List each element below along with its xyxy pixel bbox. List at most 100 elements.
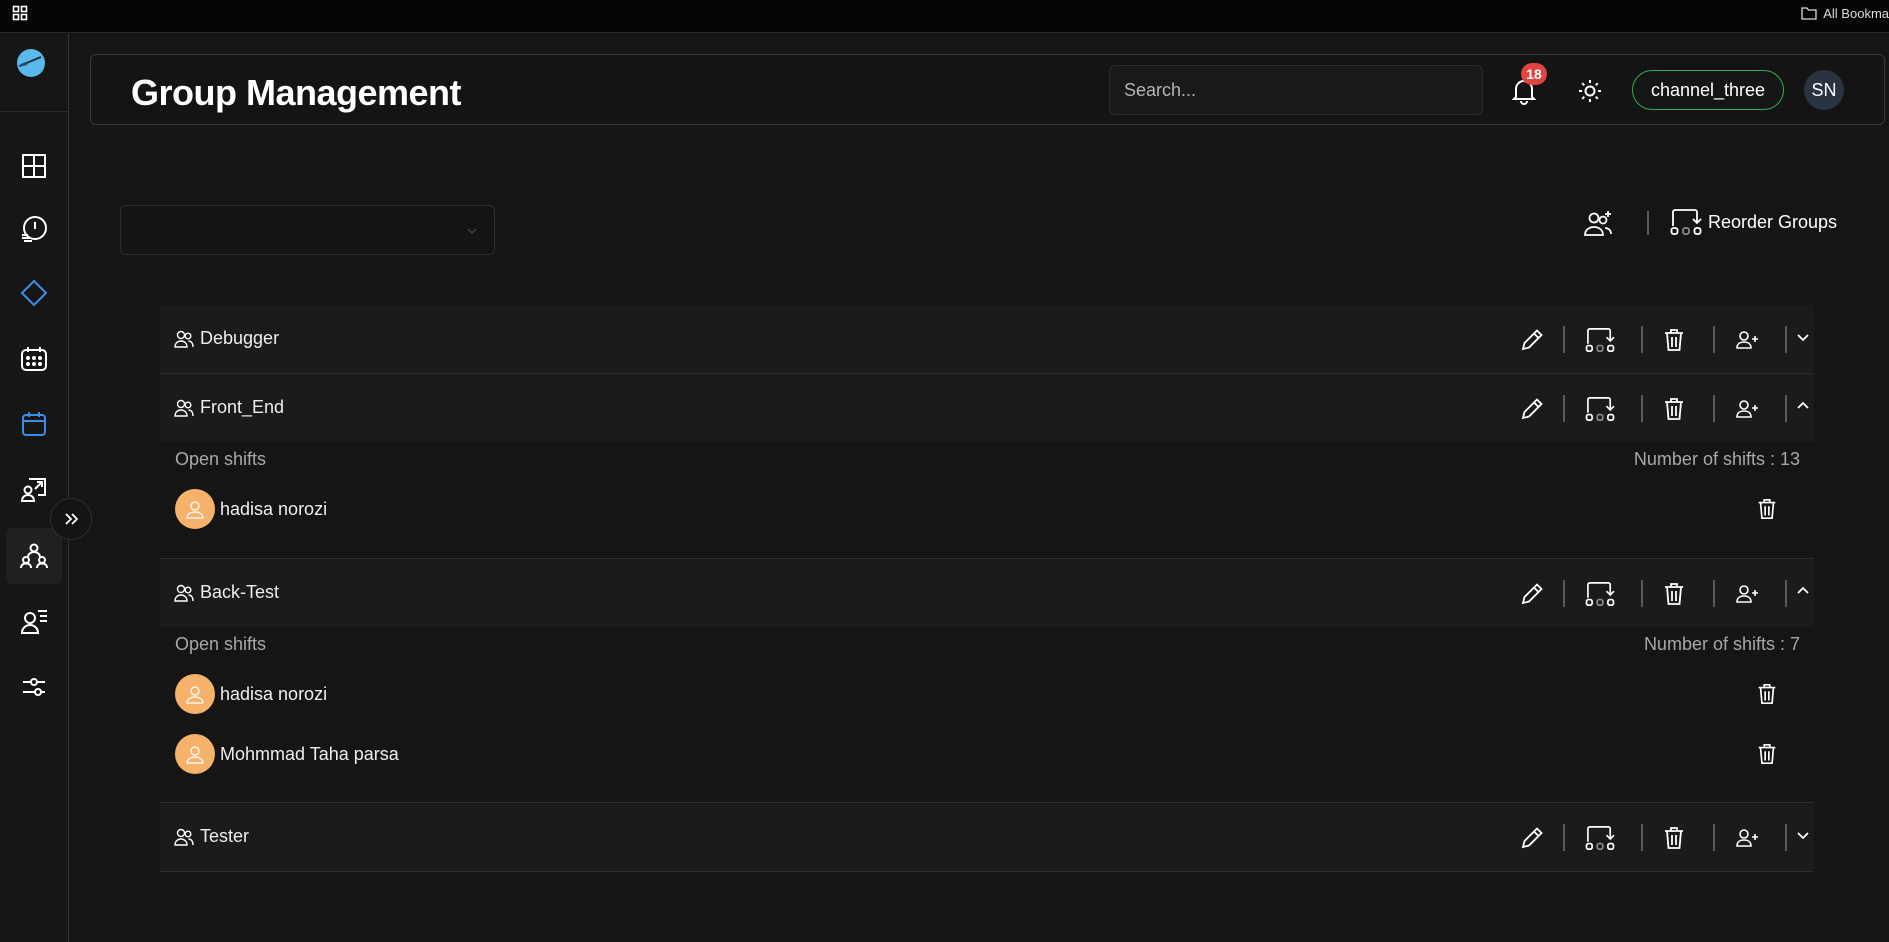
pencil-icon (1521, 329, 1543, 351)
action-divider (1713, 326, 1715, 353)
add-member-button[interactable] (1734, 327, 1760, 353)
reorder-groups-button[interactable]: Reorder Groups (1670, 204, 1837, 240)
delete-group-button[interactable] (1661, 581, 1687, 607)
action-divider (1785, 580, 1787, 607)
group-name: Front_End (200, 397, 285, 417)
reorder-icon (1585, 397, 1615, 421)
sidebar-item-settings[interactable] (6, 659, 62, 715)
sidebar-item-user-list[interactable] (6, 593, 62, 649)
action-divider (1785, 824, 1787, 851)
page-title: Group Management (131, 72, 462, 113)
search-input[interactable] (1109, 65, 1483, 115)
folder-icon (1801, 7, 1817, 20)
add-group-icon[interactable] (1583, 208, 1615, 238)
user-icon (186, 686, 204, 704)
edit-group-button[interactable] (1519, 825, 1545, 851)
member-row: hadisa norozi (175, 674, 1795, 716)
shift-count: Number of shifts : 7 (1643, 634, 1800, 654)
group-name: Tester (200, 826, 250, 846)
sidebar-item-dashboard[interactable] (6, 138, 62, 194)
user-list-icon (20, 610, 47, 634)
delete-group-button[interactable] (1661, 327, 1687, 353)
action-divider (1563, 824, 1565, 851)
group-header[interactable]: Tester (160, 803, 1814, 871)
group-filter-select[interactable] (120, 205, 495, 255)
all-bookmarks-label: All Bookma (1823, 5, 1889, 21)
dashboard-icon (22, 154, 46, 178)
sun-icon[interactable] (1578, 79, 1602, 103)
channel-selector-button[interactable]: channel_three (1632, 70, 1784, 110)
user-avatar[interactable]: SN (1804, 70, 1844, 110)
reorder-icon (1670, 209, 1702, 235)
group-body: Open shifts Number of shifts : 13 hadisa… (160, 442, 1814, 558)
edit-group-button[interactable] (1519, 396, 1545, 422)
group-header[interactable]: Back-Test (160, 559, 1814, 627)
reorder-icon (1585, 582, 1615, 606)
action-divider (1785, 395, 1787, 422)
sidebar-item-calendar[interactable] (6, 396, 62, 452)
bookmarks-bar: All Bookma (0, 0, 1889, 33)
sidebar-item-groups[interactable] (6, 528, 62, 584)
screen-share-icon (20, 478, 46, 502)
reorder-icon (1585, 826, 1615, 850)
sidebar-item-schedule[interactable] (6, 331, 62, 387)
apps-grid-icon[interactable] (12, 5, 28, 21)
sidebar-divider (0, 111, 68, 112)
trash-icon (1665, 827, 1683, 849)
chevron-up-icon (1797, 401, 1809, 409)
action-divider (1641, 395, 1643, 422)
group-users-icon (174, 584, 194, 602)
member-avatar (175, 489, 215, 529)
group-item: Back-Test Open shifts Number of shifts:… (160, 559, 1814, 803)
reorder-group-button[interactable] (1584, 825, 1616, 851)
action-divider (1641, 824, 1643, 851)
edit-group-button[interactable] (1519, 581, 1545, 607)
group-name: Back-Test (200, 582, 280, 602)
add-member-button[interactable] (1734, 825, 1760, 851)
trash-icon[interactable] (1755, 682, 1779, 706)
trash-icon (1665, 398, 1683, 420)
group-actions (1454, 559, 1814, 627)
sidebar-item-clock[interactable] (6, 201, 62, 257)
member-row: Mohmmad Taha parsa (175, 734, 1795, 776)
trash-icon (1665, 329, 1683, 351)
expand-group-button[interactable] (1793, 325, 1813, 351)
notification-badge: 18 (1521, 63, 1547, 85)
group-users-icon (174, 330, 194, 348)
group-body: Open shifts Number of shifts : 7 hadisa … (160, 627, 1814, 802)
group-header[interactable]: Front_End (160, 374, 1814, 442)
reorder-group-button[interactable] (1584, 396, 1616, 422)
trash-icon[interactable] (1755, 497, 1779, 521)
trash-icon[interactable] (1755, 742, 1779, 766)
toolbar-divider (1647, 211, 1649, 235)
collapse-group-button[interactable] (1793, 577, 1813, 603)
reorder-group-button[interactable] (1584, 581, 1616, 607)
calendar-grid-icon (21, 347, 47, 371)
add-user-icon (1736, 585, 1758, 603)
reorder-group-button[interactable] (1584, 327, 1616, 353)
delete-group-button[interactable] (1661, 396, 1687, 422)
expand-sidebar-button[interactable] (50, 498, 92, 540)
sidebar (0, 34, 69, 942)
collapse-group-button[interactable] (1793, 392, 1813, 418)
expand-group-button[interactable] (1793, 823, 1813, 849)
open-shifts-label: Open shifts (175, 449, 267, 469)
member-name: hadisa norozi (220, 499, 328, 519)
app-logo-icon[interactable] (16, 48, 46, 78)
edit-group-button[interactable] (1519, 327, 1545, 353)
chevron-down-icon (1797, 832, 1809, 840)
pencil-icon (1521, 398, 1543, 420)
groups-icon (20, 543, 48, 569)
add-member-button[interactable] (1734, 581, 1760, 607)
trash-icon (1665, 583, 1683, 605)
add-member-button[interactable] (1734, 396, 1760, 422)
all-bookmarks-button[interactable]: All Bookma (1801, 5, 1889, 21)
calendar-icon (22, 412, 46, 436)
group-actions (1454, 305, 1814, 373)
group-header[interactable]: Debugger (160, 305, 1814, 373)
delete-group-button[interactable] (1661, 825, 1687, 851)
group-actions (1454, 803, 1814, 871)
member-name: hadisa norozi (220, 684, 328, 704)
sidebar-item-diamond[interactable] (6, 265, 62, 321)
top-header: Group Management 18 channel_three SN (90, 54, 1885, 125)
